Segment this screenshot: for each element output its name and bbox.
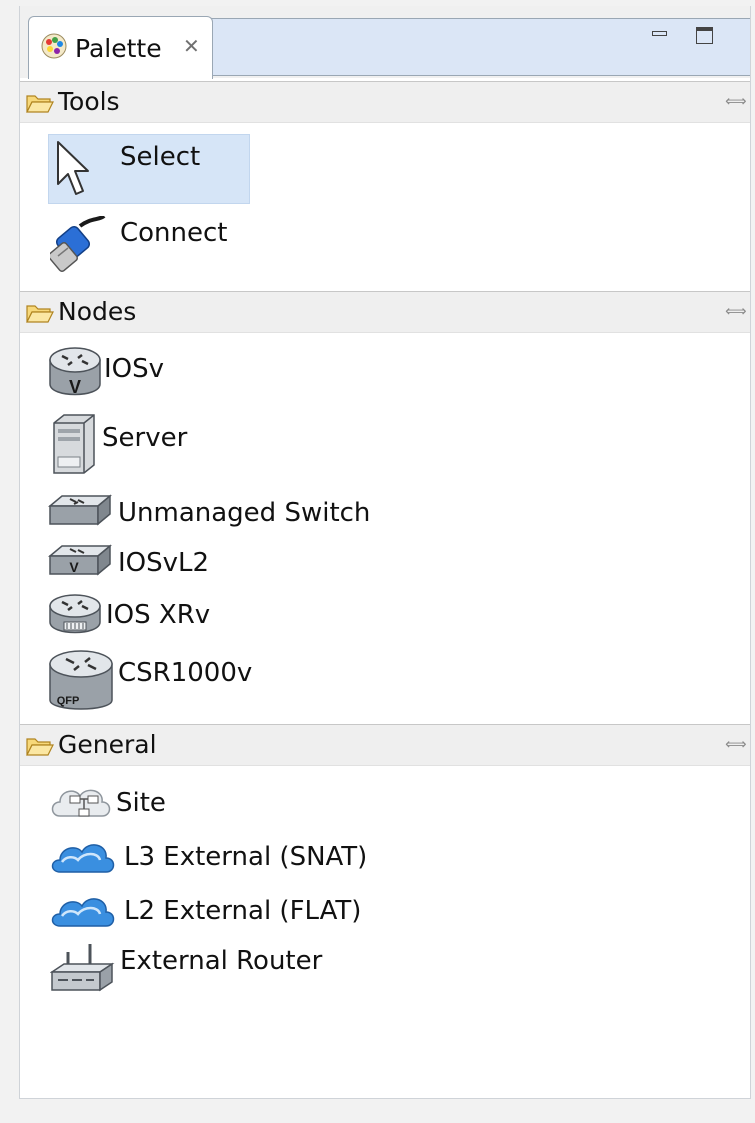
palette-entry-connect[interactable]: Connect <box>48 216 308 278</box>
switch-icon <box>48 494 112 526</box>
external-router-icon <box>50 944 115 992</box>
maximize-button[interactable] <box>695 26 715 46</box>
entry-label: IOSv <box>104 354 165 384</box>
entry-label: Connect <box>120 218 228 248</box>
folder-open-icon <box>26 738 54 756</box>
xr-router-icon <box>49 594 101 634</box>
entry-label: Select <box>120 142 201 172</box>
entry-label: IOS XRv <box>106 600 211 630</box>
entry-label: CSR1000v <box>118 658 253 688</box>
site-cloud-icon <box>51 789 111 817</box>
drawer-title: General <box>58 730 157 759</box>
entry-label: IOSvL2 <box>118 548 210 578</box>
palette-view: Palette ✕ Tools ⟺ Select Connect Nodes ⟺… <box>19 6 751 1099</box>
palette-entry-select[interactable]: Select <box>48 140 248 202</box>
minimize-button[interactable] <box>650 26 670 46</box>
palette-entry-site[interactable]: Site <box>48 782 268 844</box>
server-icon <box>53 414 95 474</box>
folder-open-icon <box>26 95 54 113</box>
entry-label: L3 External (SNAT) <box>124 842 368 872</box>
svg-text:V: V <box>69 377 81 397</box>
svg-text:V: V <box>69 559 79 575</box>
pin-drawer-icon[interactable]: ⟺ <box>725 302 747 320</box>
drawer-header-tools[interactable]: Tools ⟺ <box>20 81 750 123</box>
palette-entry-external-router[interactable]: External Router <box>48 942 378 1004</box>
close-icon[interactable]: ✕ <box>183 34 200 58</box>
entry-label: Site <box>116 788 166 818</box>
entry-label: Server <box>102 423 188 453</box>
entry-label: External Router <box>120 946 323 976</box>
cloud-icon <box>51 844 115 873</box>
csr-router-icon: QFP <box>49 650 113 710</box>
view-tab-bar: Palette ✕ <box>20 6 750 79</box>
entry-label: Unmanaged Switch <box>118 498 371 528</box>
cable-connector-icon <box>50 216 106 273</box>
palette-entry-server[interactable]: Server <box>48 413 248 475</box>
palette-entry-l3-external[interactable]: L3 External (SNAT) <box>48 836 378 898</box>
cloud-icon <box>51 898 115 927</box>
l2-switch-icon: V <box>48 544 112 576</box>
palette-entry-ios-xrv[interactable]: IOS XRv <box>48 592 268 654</box>
pin-drawer-icon[interactable]: ⟺ <box>725 92 747 110</box>
drawer-header-general[interactable]: General ⟺ <box>20 724 750 766</box>
palette-icon <box>41 33 67 59</box>
drawer-title: Nodes <box>58 297 137 326</box>
palette-entry-iosv[interactable]: V IOSv <box>48 344 248 406</box>
tab-palette[interactable]: Palette ✕ <box>28 16 213 79</box>
arrow-pointer-icon <box>57 141 89 195</box>
router-icon: V <box>49 347 101 397</box>
palette-entry-csr1000v[interactable]: QFP CSR1000v <box>48 648 268 710</box>
tab-label: Palette <box>75 34 162 63</box>
pin-drawer-icon[interactable]: ⟺ <box>725 735 747 753</box>
drawer-title: Tools <box>58 87 120 116</box>
drawer-header-nodes[interactable]: Nodes ⟺ <box>20 291 750 333</box>
folder-open-icon <box>26 305 54 323</box>
svg-text:QFP: QFP <box>57 695 80 707</box>
palette-entry-unmanaged-switch[interactable]: Unmanaged Switch <box>48 490 378 552</box>
entry-label: L2 External (FLAT) <box>124 896 362 926</box>
